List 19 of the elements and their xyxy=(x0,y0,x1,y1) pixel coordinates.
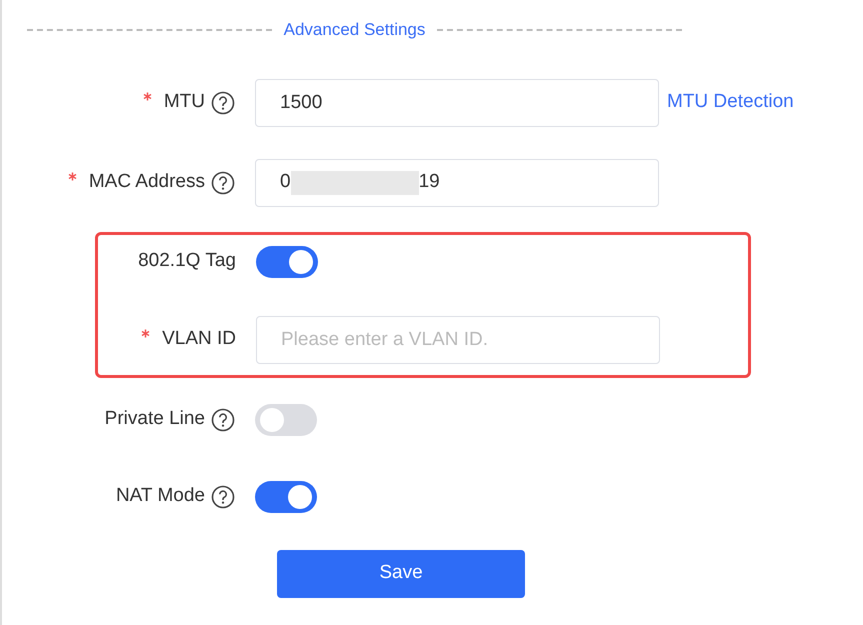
help-icon[interactable] xyxy=(211,170,235,194)
toggle-switch[interactable] xyxy=(255,480,317,512)
vlan-id-field[interactable]: Please enter a VLAN ID. xyxy=(256,316,660,364)
field-label: Private Line xyxy=(104,407,205,432)
toggle-switch[interactable] xyxy=(255,404,317,436)
help-icon[interactable] xyxy=(211,484,235,508)
detection-link[interactable]: MTU Detection xyxy=(667,88,794,117)
save-button[interactable]: Save xyxy=(277,550,525,598)
help-icon[interactable] xyxy=(211,408,235,432)
toggle-switch[interactable] xyxy=(256,246,318,278)
input-field[interactable]: 0 19 xyxy=(255,158,659,206)
help-icon[interactable] xyxy=(211,90,235,114)
field-label: NAT Mode xyxy=(116,484,205,508)
section-title: Advanced Settings xyxy=(282,19,426,41)
field-label: 802.1Q Tag xyxy=(138,249,236,274)
field-label: MAC Address xyxy=(88,170,205,194)
input-field[interactable]: 1500 xyxy=(255,78,659,126)
field-label: MTU xyxy=(164,90,205,114)
field-label: VLAN ID xyxy=(162,327,236,352)
